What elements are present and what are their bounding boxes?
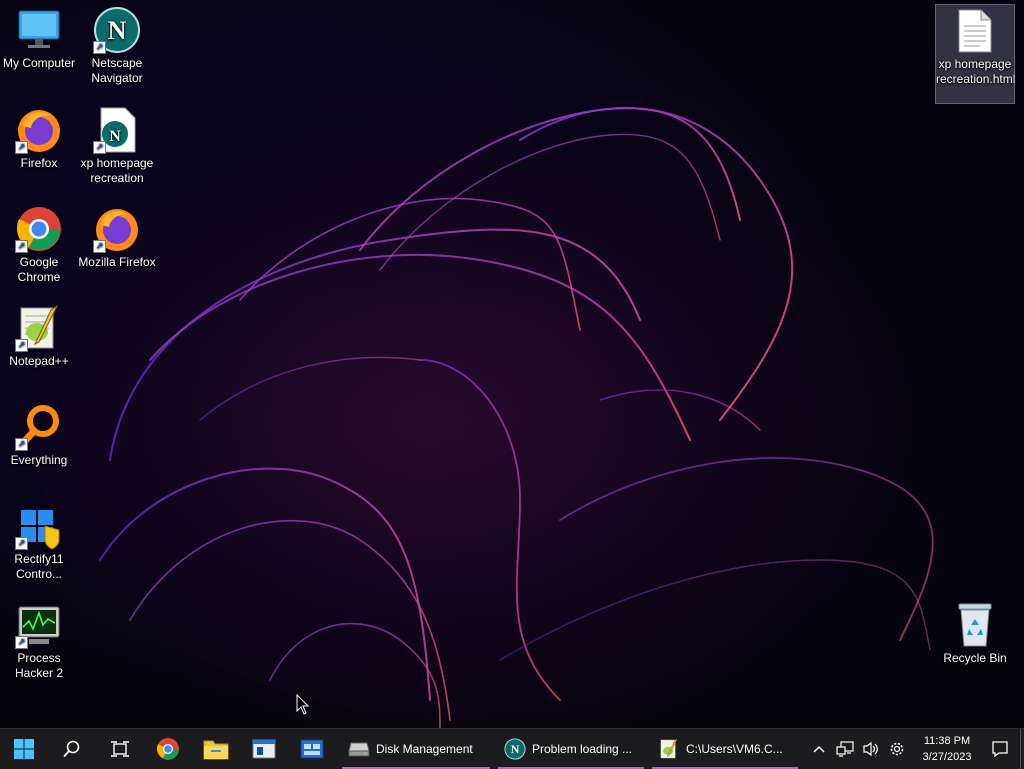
speaker-icon	[863, 741, 878, 757]
folder-icon	[203, 740, 229, 760]
clock-time: 11:38 PM	[923, 735, 971, 747]
firefox-desktop-icon[interactable]: ↗ Firefox	[0, 100, 78, 171]
process-hacker-2-desktop-icon[interactable]: ↗ Process Hacker 2	[0, 595, 78, 681]
shortcut-arrow-icon: ↗	[15, 240, 28, 253]
gear-icon	[890, 742, 904, 756]
system-tray: 11:38 PM 3/27/2023	[806, 729, 1024, 769]
shortcut-arrow-icon: ↗	[93, 240, 106, 253]
firefox-icon: ↗	[93, 205, 141, 253]
show-hidden-icons-button[interactable]	[806, 729, 832, 769]
text-document-icon	[951, 7, 999, 55]
windows-logo-icon	[14, 739, 34, 759]
shortcut-arrow-icon: ↗	[15, 438, 28, 451]
taskbar-control-panel-button[interactable]	[288, 729, 336, 769]
taskbar-app-notepad-plus-plus[interactable]: C:\Users\VM6.C...	[650, 729, 800, 769]
volume-button[interactable]	[858, 729, 884, 769]
svg-text:N: N	[108, 16, 127, 45]
chrome-icon	[156, 738, 179, 760]
notifications-button[interactable]	[980, 729, 1020, 769]
task-view-icon	[111, 741, 129, 757]
recycle-bin-icon	[951, 601, 999, 649]
windows-shield-icon: ↗	[15, 502, 63, 550]
netscape-icon: N	[504, 738, 526, 760]
netscape-icon: N ↗	[93, 6, 141, 54]
taskbar-app-netscape[interactable]: N Problem loading ...	[496, 729, 646, 769]
chevron-up-icon	[813, 745, 825, 753]
task-view-button[interactable]	[96, 729, 144, 769]
control-panel-icon	[300, 739, 324, 759]
taskbar-chrome-button[interactable]	[144, 729, 192, 769]
settings-button[interactable]	[884, 729, 910, 769]
search-button[interactable]	[48, 729, 96, 769]
netscape-navigator-desktop-icon[interactable]: N ↗ Netscape Navigator	[78, 0, 156, 86]
recycle-bin-desktop-icon[interactable]: Recycle Bin	[936, 595, 1014, 666]
notepad-plus-plus-desktop-icon[interactable]: ↗ Notepad++	[0, 298, 78, 369]
google-chrome-desktop-icon[interactable]: ↗ Google Chrome	[0, 199, 78, 285]
taskbar: Disk Management N Problem loading ... C:…	[0, 728, 1024, 769]
process-monitor-icon: ↗	[15, 601, 63, 649]
shortcut-arrow-icon: ↗	[15, 339, 28, 352]
start-button[interactable]	[0, 729, 48, 769]
notepad-plus-plus-icon	[658, 738, 680, 760]
network-button[interactable]	[832, 729, 858, 769]
clock-date: 3/27/2023	[922, 751, 972, 763]
svg-text:N: N	[109, 128, 121, 145]
taskbar-file-explorer-button[interactable]	[192, 729, 240, 769]
taskbar-window-app-button[interactable]	[240, 729, 288, 769]
magnifier-icon: ↗	[15, 403, 63, 451]
svg-text:N: N	[511, 742, 520, 756]
everything-desktop-icon[interactable]: ↗ Everything	[0, 397, 78, 468]
monitor-icon	[15, 6, 63, 54]
show-desktop-button[interactable]	[1020, 729, 1024, 769]
xp-homepage-recreation-html-file-icon[interactable]: xp homepage recreation.html	[935, 4, 1015, 104]
search-icon	[63, 740, 80, 757]
window-app-icon	[252, 739, 276, 759]
firefox-icon: ↗	[15, 106, 63, 154]
shortcut-arrow-icon: ↗	[15, 141, 28, 154]
rectify11-control-center-desktop-icon[interactable]: ↗ Rectify11 Contro...	[0, 496, 78, 582]
chrome-icon: ↗	[15, 205, 63, 253]
notepad-plus-plus-icon: ↗	[15, 304, 63, 352]
shortcut-arrow-icon: ↗	[93, 41, 106, 54]
disk-drive-icon	[348, 738, 370, 760]
mouse-cursor-icon	[296, 694, 310, 715]
taskbar-clock[interactable]: 11:38 PM 3/27/2023	[914, 733, 980, 765]
mozilla-firefox-desktop-icon[interactable]: ↗ Mozilla Firefox	[78, 199, 156, 270]
shortcut-arrow-icon: ↗	[15, 636, 28, 649]
taskbar-app-disk-management[interactable]: Disk Management	[340, 729, 492, 769]
shortcut-arrow-icon: ↗	[15, 537, 28, 550]
shortcut-arrow-icon: ↗	[93, 141, 106, 154]
my-computer-desktop-icon[interactable]: My Computer	[0, 0, 78, 71]
network-icon	[836, 741, 854, 757]
xp-homepage-recreation-desktop-icon[interactable]: N ↗ xp homepage recreation	[78, 100, 156, 186]
desktop[interactable]: My Computer N ↗ Netscape Navigator ↗ Fir…	[0, 0, 1024, 728]
netscape-html-file-icon: N ↗	[93, 106, 141, 154]
notification-center-icon	[992, 741, 1008, 758]
